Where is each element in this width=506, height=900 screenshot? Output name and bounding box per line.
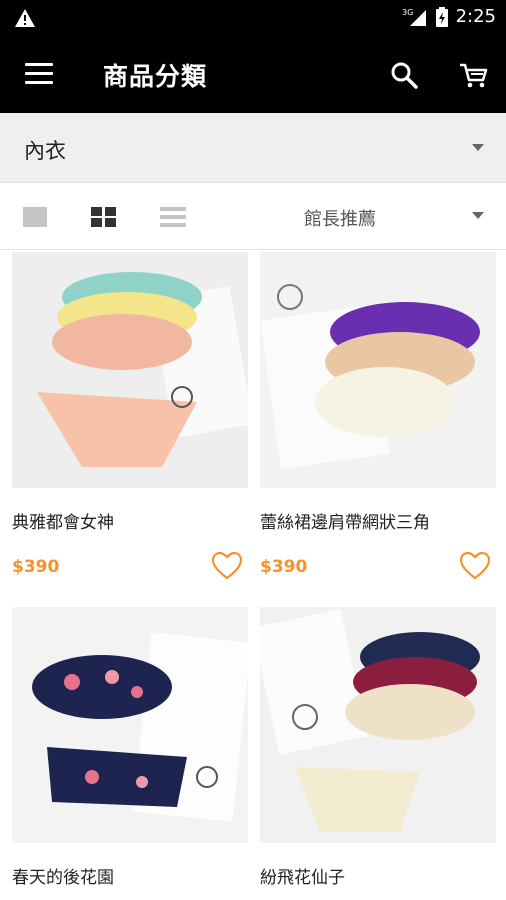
product-card[interactable]: 紛飛花仙子 <box>260 607 496 888</box>
product-name[interactable]: 紛飛花仙子 <box>260 863 345 888</box>
sort-dropdown[interactable]: 館長推薦 <box>304 205 376 231</box>
battery-icon <box>435 6 448 27</box>
category-label: 內衣 <box>24 139 66 163</box>
warning-icon <box>15 9 35 27</box>
product-price: $390 <box>260 557 308 577</box>
page-title: 商品分類 <box>103 62 208 91</box>
sort-dropdown-arrow-icon[interactable] <box>472 212 484 219</box>
heart-icon[interactable] <box>212 552 242 580</box>
menu-icon[interactable] <box>25 63 53 87</box>
search-icon[interactable] <box>390 61 418 89</box>
product-image[interactable] <box>12 607 248 843</box>
product-image[interactable] <box>260 607 496 843</box>
product-grid: 典雅都會女神 $390 蕾絲裙邊肩帶網狀三角 $390 春天的後花園 紛飛花仙子 <box>0 250 506 900</box>
category-dropdown[interactable]: 內衣 <box>0 113 506 183</box>
product-card[interactable]: 春天的後花園 <box>12 607 248 888</box>
product-name[interactable]: 蕾絲裙邊肩帶網狀三角 <box>260 508 430 533</box>
network-type: 3G <box>402 8 413 17</box>
product-image[interactable] <box>12 252 248 488</box>
clock: 2:25 <box>455 6 496 27</box>
signal-icon: 3G <box>402 8 426 26</box>
product-name[interactable]: 春天的後花園 <box>12 863 114 888</box>
heart-icon[interactable] <box>460 552 490 580</box>
category-dropdown-arrow-icon[interactable] <box>472 144 484 151</box>
status-bar: 3G 2:25 <box>0 0 506 37</box>
app-bar: 商品分類 <box>0 37 506 113</box>
product-card[interactable]: 典雅都會女神 $390 <box>12 252 248 580</box>
cart-icon[interactable] <box>458 62 488 90</box>
product-price: $390 <box>12 557 60 577</box>
grid-view-icon[interactable] <box>91 207 116 227</box>
list-view-icon[interactable] <box>160 207 186 227</box>
product-name[interactable]: 典雅都會女神 <box>12 508 114 533</box>
product-card[interactable]: 蕾絲裙邊肩帶網狀三角 $390 <box>260 252 496 580</box>
single-view-icon[interactable] <box>23 207 47 227</box>
view-toolbar: 館長推薦 <box>0 184 506 250</box>
product-image[interactable] <box>260 252 496 488</box>
